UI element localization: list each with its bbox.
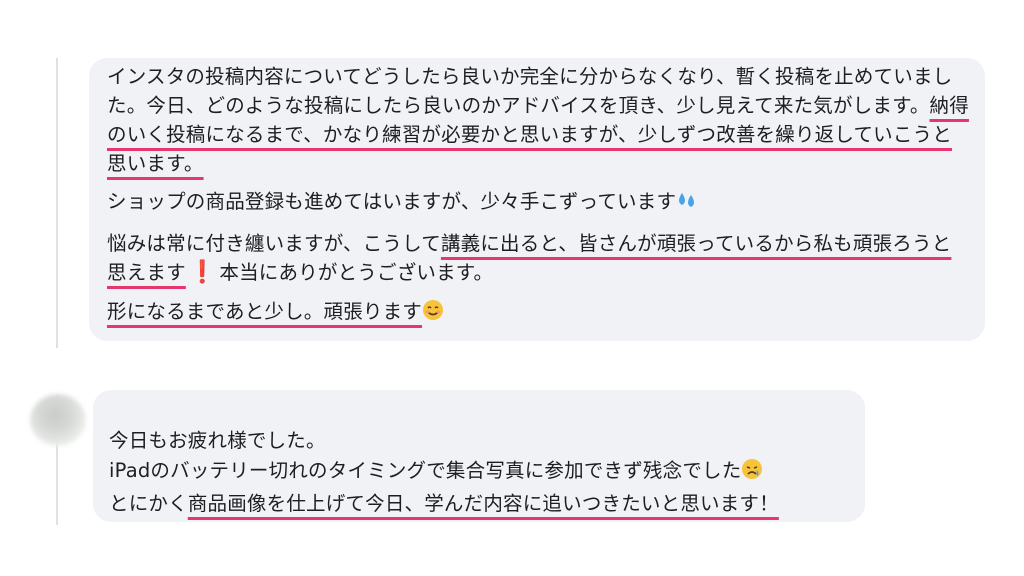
text-segment: 本当にありがとうございます。 <box>219 261 494 284</box>
text-segment: iPadのバッテリー切れのタイミングで集合写真に参加できず残念でした <box>109 459 742 482</box>
highlighted-text: 商品画像を仕上げて今日、学んだ内容に追いつきたいと思います！ <box>187 492 779 515</box>
paragraph-4: 形になるまであと少し。頑張ります <box>107 297 971 329</box>
crying-face-icon <box>741 458 763 489</box>
reply-line-3: とにかく商品画像を仕上げて今日、学んだ内容に追いつきたいと思います！ <box>109 489 853 519</box>
post-bubble: インスタの投稿内容についてどうしたら良いか完全に分からなくなり、暫く投稿を止めて… <box>89 58 985 341</box>
smiling-face-icon <box>422 299 444 329</box>
reply-bubble: 今日もお疲れ様でした。 iPadのバッテリー切れのタイミングで集合写真に参加でき… <box>93 390 865 522</box>
paragraph-3: 悩みは常に付き纏いますが、こうして講義に出ると、皆さんが頑張っているから私も頑張… <box>107 229 971 287</box>
avatar[interactable] <box>30 394 86 446</box>
sweat-droplets-icon <box>676 189 698 219</box>
reply-line-1: 今日もお疲れ様でした。 <box>109 429 326 452</box>
thread-line <box>56 58 58 348</box>
text-segment: 悩みは常に付き纏いますが、こうして <box>107 232 441 255</box>
exclamation-icon: ❗ <box>188 260 217 285</box>
text-segment: ショップの商品登録も進めてはいますが、少々手こずっています <box>107 190 677 213</box>
paragraph-2: ショップの商品登録も進めてはいますが、少々手こずっています <box>107 187 971 219</box>
text-segment: とにかく <box>109 492 188 515</box>
reply-line-2: iPadのバッテリー切れのタイミングで集合写真に参加できず残念でした <box>109 456 853 489</box>
highlighted-text: 形になるまであと少し。頑張ります <box>107 300 423 323</box>
paragraph-1: インスタの投稿内容についてどうしたら良いか完全に分からなくなり、暫く投稿を止めて… <box>107 62 971 178</box>
text-segment: インスタの投稿内容についてどうしたら良いか完全に分からなくなり、暫く投稿を止めて… <box>107 65 953 117</box>
